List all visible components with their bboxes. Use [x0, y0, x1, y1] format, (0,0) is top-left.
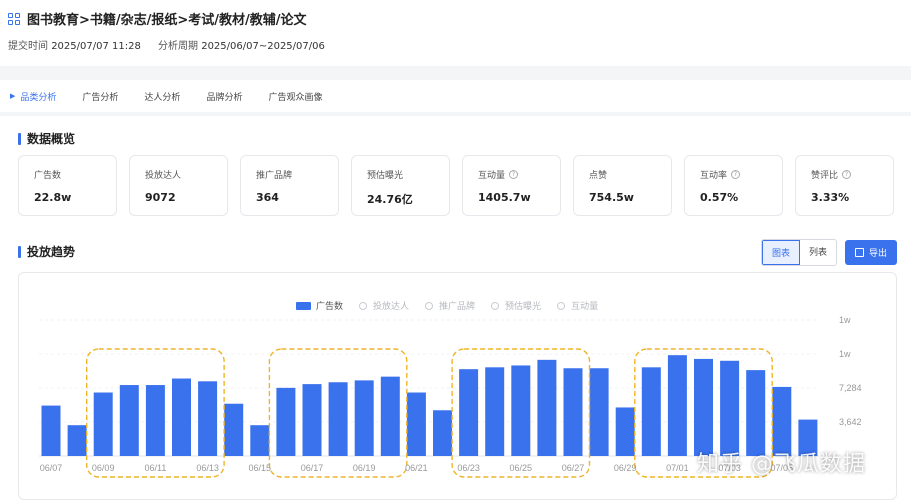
page-title: 图书教育>书籍/杂志/报纸>考试/教材/教辅/论文: [27, 13, 307, 28]
x-tick-label: 06/13: [196, 463, 219, 473]
x-tick-label: 06/27: [562, 463, 585, 473]
bar: [720, 360, 740, 456]
bar: [589, 368, 609, 456]
metric-card-interactions: 互动量? 1405.7w: [462, 155, 561, 216]
bar: [459, 369, 479, 456]
metric-card-likes: 点赞 754.5w: [573, 155, 672, 216]
x-tick-label: 06/23: [457, 463, 480, 473]
y-tick-label: 1w: [839, 315, 851, 325]
view-list-button[interactable]: 列表: [800, 240, 836, 265]
period-label: 分析周期: [158, 41, 199, 52]
meta-row: 提交时间 2025/07/07 11:28 分析周期 2025/06/07~20…: [8, 37, 325, 52]
bar: [328, 382, 348, 456]
bar: [172, 378, 191, 456]
bar: [641, 367, 661, 456]
category-grid-icon: [8, 12, 20, 25]
x-tick-label: 06/11: [144, 463, 166, 473]
y-tick-label: 1w: [839, 349, 851, 359]
x-tick-label: 06/29: [614, 463, 637, 473]
bar: [41, 405, 61, 456]
tab-category-analysis[interactable]: ▶ 品类分析: [10, 90, 56, 103]
bar: [93, 392, 113, 456]
bar: [302, 384, 322, 456]
bar: [485, 367, 505, 456]
bar: [198, 381, 218, 456]
bar: [667, 355, 687, 456]
metric-card-influencers: 投放达人 9072: [129, 155, 228, 216]
x-tick-label: 07/01: [666, 463, 689, 473]
page-header: 图书教育>书籍/杂志/报纸>考试/教材/教辅/论文 提交时间 2025/07/0…: [0, 0, 911, 66]
x-tick-label: 06/17: [301, 463, 324, 473]
metric-card-interaction-rate: 互动率? 0.57%: [684, 155, 783, 216]
metric-card-brands: 推广品牌 364: [240, 155, 339, 216]
submit-time-value: 2025/07/07 11:28: [51, 41, 141, 52]
export-button[interactable]: 导出: [844, 240, 897, 265]
bar: [746, 370, 766, 456]
view-chart-button[interactable]: 图表: [761, 240, 800, 265]
x-tick-label: 06/19: [353, 463, 376, 473]
bar: [354, 380, 374, 456]
x-tick-label: 06/21: [405, 463, 428, 473]
x-tick-label: 06/07: [40, 463, 63, 473]
bar: [511, 365, 531, 456]
x-tick-label: 06/09: [92, 463, 115, 473]
trend-controls: 图表 列表 导出: [760, 239, 897, 266]
metric-card-ads: 广告数 22.8w: [18, 155, 117, 216]
bar: [563, 368, 583, 456]
x-tick-label: 06/25: [510, 463, 533, 473]
bar: [433, 410, 452, 456]
help-icon[interactable]: ?: [842, 170, 852, 179]
overview-heading: 数据概览: [18, 130, 75, 147]
bar: [615, 407, 635, 456]
period-value: 2025/06/07~2025/07/06: [201, 41, 325, 52]
bar: [145, 385, 165, 456]
tab-influencer-analysis[interactable]: 达人分析: [144, 90, 180, 103]
help-icon[interactable]: ?: [731, 170, 741, 179]
y-tick-label: 3,642: [839, 417, 862, 427]
bar: [406, 392, 426, 456]
caret-right-icon: ▶: [10, 92, 16, 100]
bar: [380, 376, 400, 456]
tab-brand-analysis[interactable]: 品牌分析: [206, 90, 242, 103]
metric-card-like-comment-ratio: 赞评比? 3.33%: [795, 155, 894, 216]
bar: [694, 358, 713, 456]
tab-ad-audience[interactable]: 广告观众画像: [268, 90, 322, 103]
metric-cards: 广告数 22.8w 投放达人 9072 推广品牌 364 预估曝光 24.76亿 互动量…: [18, 155, 906, 216]
x-tick-label: 06/15: [249, 463, 272, 473]
content-panel: 数据概览 广告数 22.8w 投放达人 9072 推广品牌 364 预估曝光 24.76…: [0, 116, 911, 500]
view-toggle: 图表 列表: [760, 239, 837, 266]
metric-card-exposure: 预估曝光 24.76亿: [351, 155, 450, 216]
export-icon: [854, 248, 864, 257]
y-tick-label: 7,284: [839, 383, 862, 393]
bar: [250, 425, 270, 456]
watermark-text: 知乎 @飞瓜数据: [697, 452, 866, 477]
analysis-tabs: ▶ 品类分析 广告分析 达人分析 品牌分析 广告观众画像: [0, 80, 911, 112]
tab-ad-analysis[interactable]: 广告分析: [82, 90, 118, 103]
trend-heading: 投放趋势: [18, 243, 75, 260]
bar: [67, 425, 87, 456]
bar: [537, 359, 557, 456]
help-icon[interactable]: ?: [509, 170, 519, 179]
submit-time-label: 提交时间: [8, 41, 48, 52]
bar: [224, 403, 244, 456]
bar: [119, 385, 139, 456]
bar: [276, 387, 296, 456]
